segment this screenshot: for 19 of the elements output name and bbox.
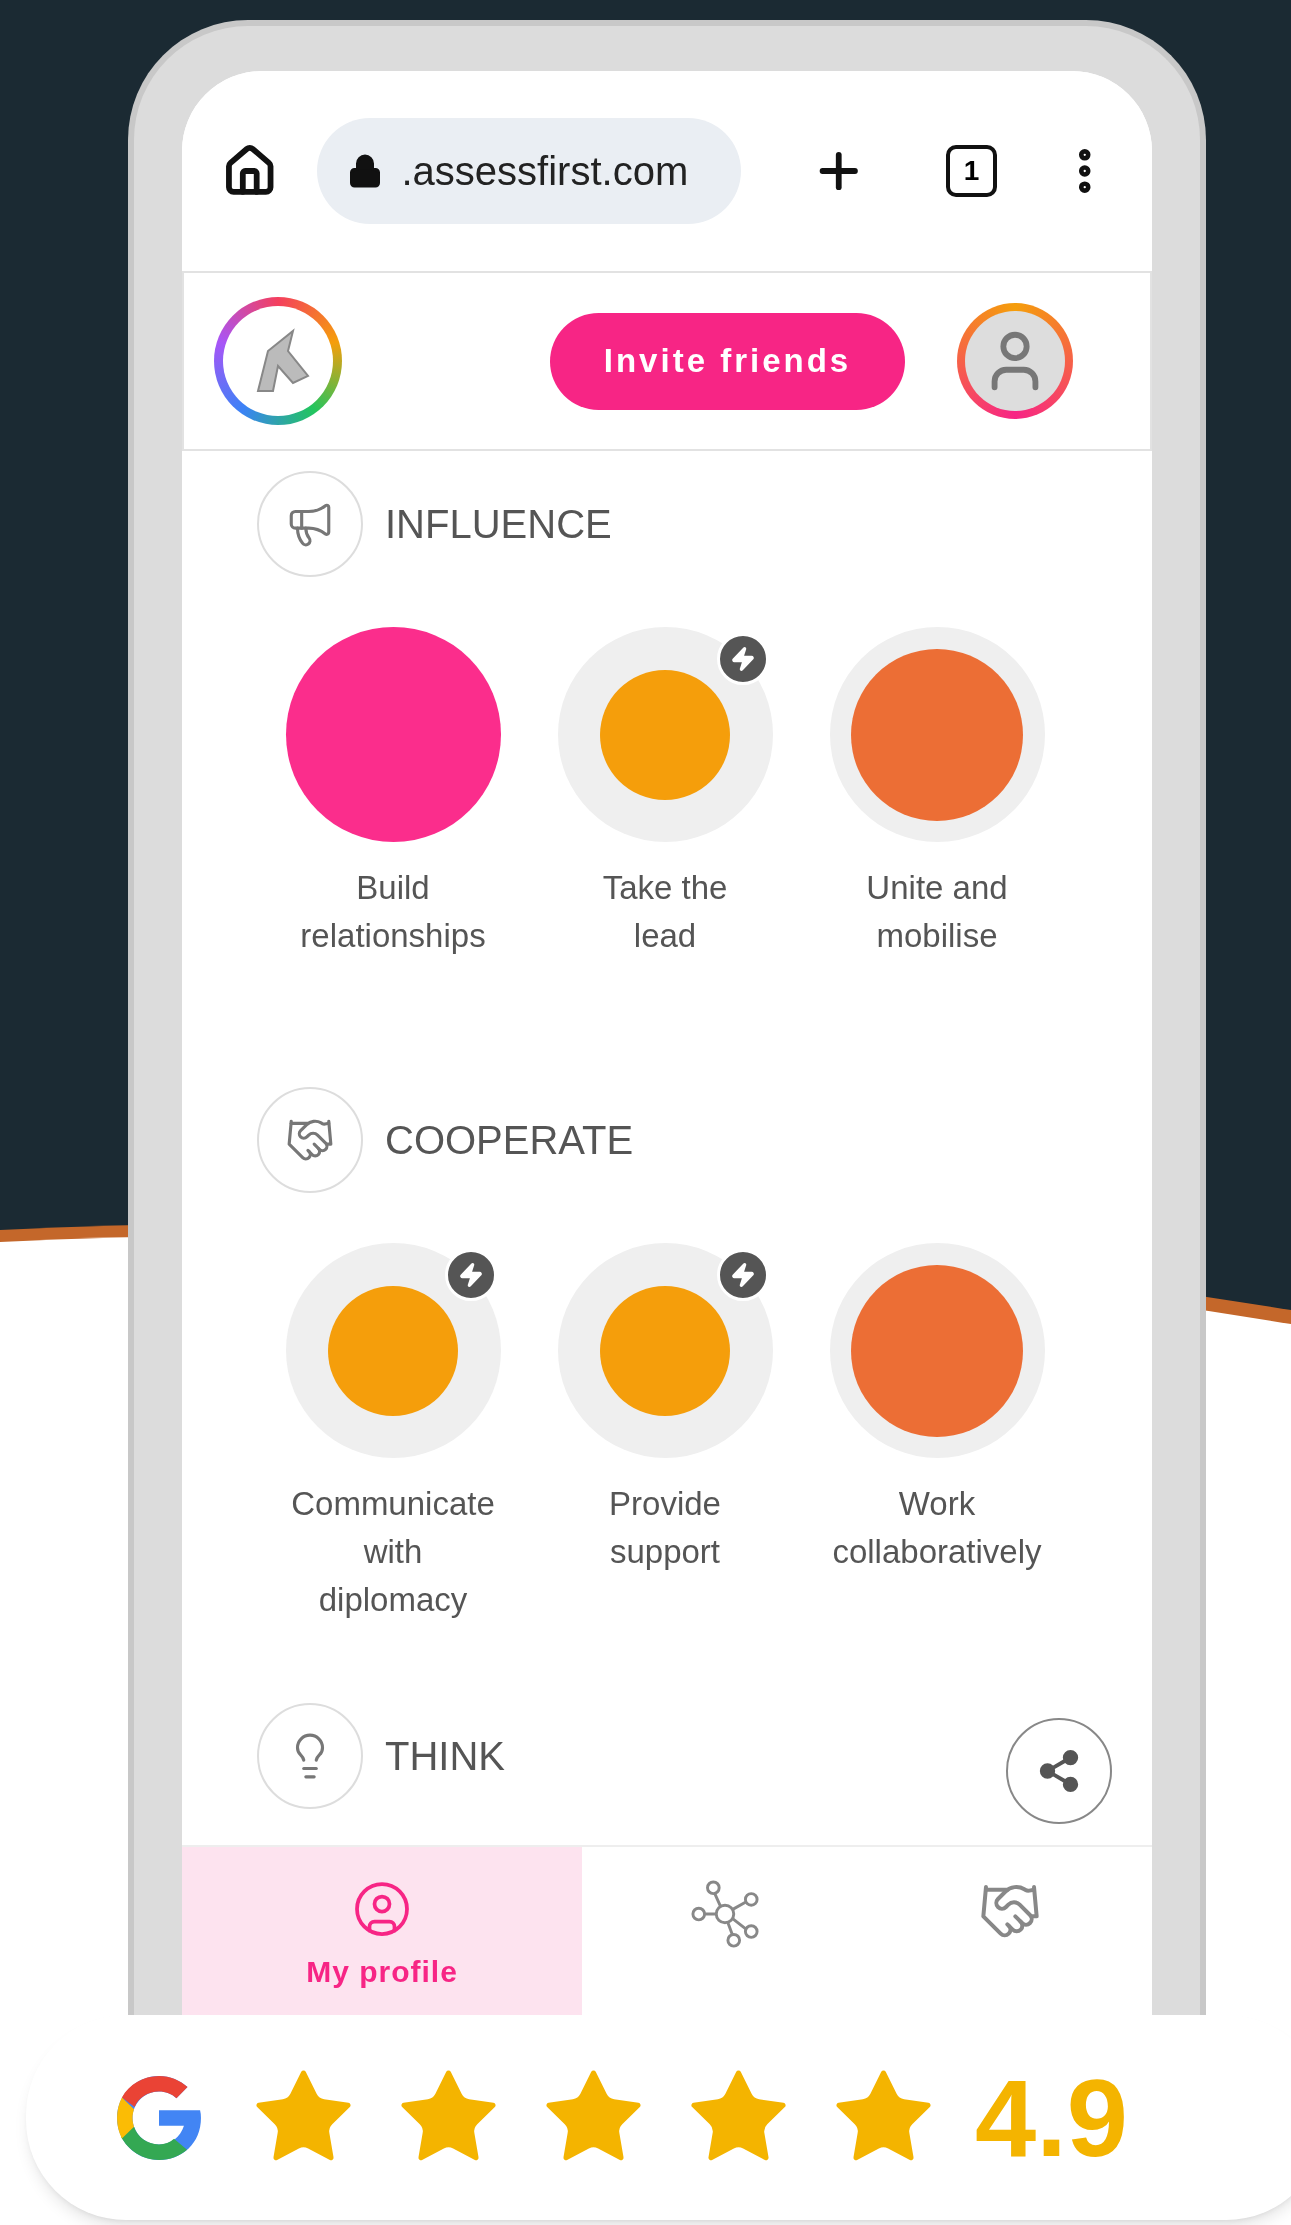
section-title: COOPERATE bbox=[385, 1117, 634, 1164]
trait-label: Unite and mobilise bbox=[866, 868, 1008, 956]
invite-friends-button[interactable]: Invite friends bbox=[550, 312, 905, 410]
url-bar[interactable]: .assessfirst.com bbox=[317, 118, 741, 224]
handshake-icon bbox=[257, 1087, 363, 1193]
url-text: .assessfirst.com bbox=[401, 148, 689, 195]
section-title: THINK bbox=[385, 1733, 505, 1780]
trait-label: Work collaboratively bbox=[832, 1484, 1042, 1572]
tab-count-button[interactable]: 1 bbox=[946, 145, 997, 197]
network-icon bbox=[689, 1879, 760, 1949]
section-title: INFLUENCE bbox=[385, 501, 612, 548]
trait-label: Build relationships bbox=[300, 868, 486, 956]
lightbulb-icon bbox=[257, 1703, 363, 1809]
trait-label: Provide support bbox=[609, 1484, 721, 1572]
user-circle-icon bbox=[352, 1879, 412, 1939]
rating-value: 4.9 bbox=[975, 2062, 1128, 2173]
trait-label: Communicate with diplomacy bbox=[291, 1484, 495, 1620]
trait-label: Take the lead bbox=[602, 868, 728, 956]
megaphone-icon bbox=[257, 471, 363, 577]
